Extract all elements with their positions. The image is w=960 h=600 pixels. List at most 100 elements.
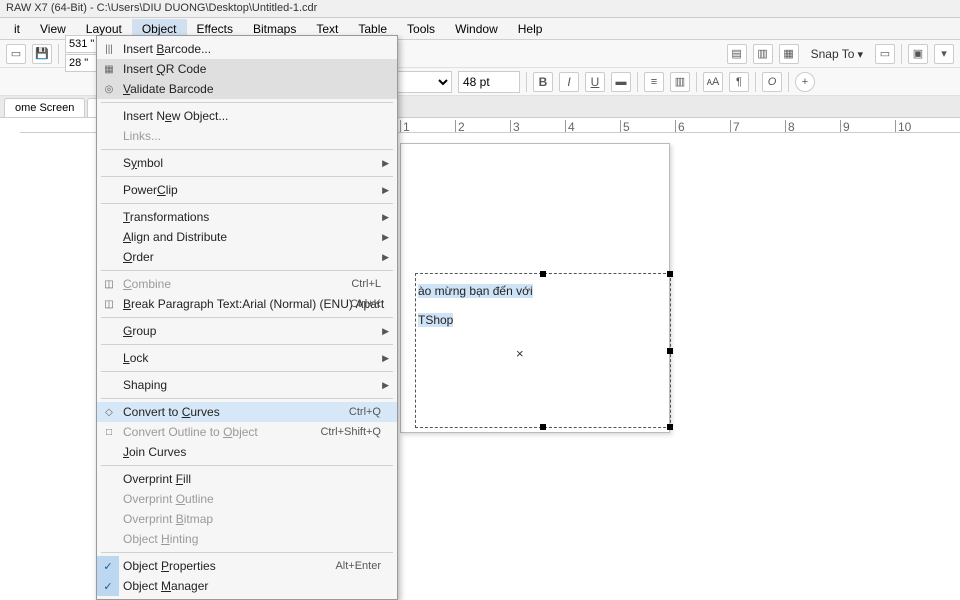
shortcut-label: Ctrl+Shift+Q [320, 426, 381, 438]
menu-icon: ◇ [102, 405, 116, 419]
submenu-arrow-icon: ▶ [382, 158, 389, 169]
menu-item-powerclip[interactable]: PowerClip▶ [97, 180, 397, 200]
menu-label: Symbol [123, 156, 163, 170]
underline-icon[interactable]: U [585, 72, 605, 92]
menu-icon: ▦ [102, 62, 116, 76]
object-menu-dropdown: |||Insert Barcode...▦Insert QR Code ◎ Vali… [96, 35, 398, 600]
handle-br[interactable] [667, 424, 673, 430]
menu-it[interactable]: it [4, 19, 30, 39]
snap-to-dropdown[interactable]: Snap To ▾ [805, 44, 869, 64]
menu-item-shaping[interactable]: Shaping ▶ [97, 375, 397, 395]
italic-icon[interactable]: I [559, 72, 579, 92]
submenu-arrow-icon: ▶ [382, 353, 389, 364]
align-left-icon[interactable]: ▤ [727, 44, 747, 64]
ruler-tick: 7 [730, 120, 740, 132]
ruler-tick: 3 [510, 120, 520, 132]
submenu-arrow-icon: ▶ [382, 252, 389, 263]
menu-item-break-paragraph-text-arial-nor[interactable]: ◫ Break Paragraph Text:Arial (Normal) (EN… [97, 294, 397, 314]
tab-ome-screen[interactable]: ome Screen [4, 98, 85, 117]
tool-icon[interactable]: ▣ [908, 44, 928, 64]
menu-item-align-and-distribute[interactable]: Align and Distribute▶ [97, 227, 397, 247]
menu-help[interactable]: Help [508, 19, 553, 39]
menu-label: Transformations [123, 210, 209, 224]
menu-label: Order [123, 250, 154, 264]
menu-label: Shaping [123, 378, 167, 392]
shortcut-label: Ctrl+L [351, 278, 381, 290]
menu-label: Insert New Object... [123, 109, 228, 123]
bold-icon[interactable]: B [533, 72, 553, 92]
menu-item-order[interactable]: Order ▶ [97, 247, 397, 267]
menu-icon: ◫ [102, 297, 116, 311]
columns-icon[interactable]: ▥ [670, 72, 690, 92]
menu-label: Combine [123, 277, 171, 291]
color-icon[interactable]: ▬ [611, 72, 631, 92]
add-icon[interactable]: + [795, 72, 815, 92]
menu-label: Overprint Bitmap [123, 512, 213, 526]
menu-icon: ||| [102, 42, 116, 56]
bullets-icon[interactable]: ≡ [644, 72, 664, 92]
ruler-tick: 4 [565, 120, 575, 132]
options-icon[interactable]: ▭ [875, 44, 895, 64]
handle-tr[interactable] [667, 271, 673, 277]
ruler-tick: 10 [895, 120, 911, 132]
menu-item-object-manager[interactable]: ✓Object Manager [97, 576, 397, 596]
ruler-tick: 8 [785, 120, 795, 132]
menu-label: Object Properties [123, 559, 216, 573]
menu-item-insert-qr-code[interactable]: ▦Insert QR Code [97, 59, 397, 79]
menu-label: Align and Distribute [123, 230, 227, 244]
ruler-tick: 2 [455, 120, 465, 132]
menu-icon: ◎ [102, 82, 116, 96]
font-size-select[interactable] [458, 71, 520, 93]
menu-label: Overprint Outline [123, 492, 214, 506]
menu-icon: ◫ [102, 277, 116, 291]
align-right-icon[interactable]: ▦ [779, 44, 799, 64]
menu-label: Links... [123, 129, 161, 143]
shortcut-label: Ctrl+K [350, 298, 381, 310]
menu-item-join-curves[interactable]: Join Curves [97, 442, 397, 462]
selection-bounds: × [415, 273, 671, 428]
menu-item-overprint-bitmap: Overprint Bitmap [97, 509, 397, 529]
menu-label: Object Hinting [123, 532, 198, 546]
menu-label: Break Paragraph Text:Arial (Normal) (ENU… [123, 297, 384, 311]
ruler-tick: 1 [400, 120, 410, 132]
menu-item-combine: ◫ Combine Ctrl+L [97, 274, 397, 294]
menu-item-symbol[interactable]: Symbol ▶ [97, 153, 397, 173]
menu-item-group[interactable]: Group▶ [97, 321, 397, 341]
menu-item-overprint-outline: Overprint Outline [97, 489, 397, 509]
menu-item-convert-outline-to-object: □Convert Outline to ObjectCtrl+Shift+Q [97, 422, 397, 442]
menu-label: Validate Barcode [123, 82, 214, 96]
shortcut-label: Alt+Enter [335, 560, 381, 572]
submenu-arrow-icon: ▶ [382, 326, 389, 337]
shortcut-label: Ctrl+Q [349, 406, 381, 418]
textwrap-icon[interactable]: ¶ [729, 72, 749, 92]
submenu-arrow-icon: ▶ [382, 212, 389, 223]
handle-bottom[interactable] [540, 424, 546, 430]
save-icon[interactable]: 💾 [32, 44, 52, 64]
menu-item-object-hinting: Object Hinting [97, 529, 397, 549]
menu-item-object-properties[interactable]: ✓Object PropertiesAlt+Enter [97, 556, 397, 576]
textfx-icon[interactable]: ᴀA [703, 72, 723, 92]
menu-item-lock[interactable]: Lock ▶ [97, 348, 397, 368]
submenu-arrow-icon: ▶ [382, 380, 389, 391]
menu-item-overprint-fill[interactable]: Overprint Fill [97, 469, 397, 489]
handle-top[interactable] [540, 271, 546, 277]
menu-item-transformations[interactable]: Transformations ▶ [97, 207, 397, 227]
char-format-button[interactable]: O [762, 72, 782, 92]
menu-label: Lock [123, 351, 148, 365]
menu-item-validate-barcode[interactable]: ◎ Validate Barcode [97, 79, 397, 99]
menu-label: Object Manager [123, 579, 208, 593]
menu-tools[interactable]: Tools [397, 19, 445, 39]
menu-item-insert-barcode-[interactable]: |||Insert Barcode... [97, 39, 397, 59]
center-marker: × [516, 346, 524, 361]
tool2-icon[interactable]: ▾ [934, 44, 954, 64]
ruler-tick: 5 [620, 120, 630, 132]
align-center-icon[interactable]: ▥ [753, 44, 773, 64]
menu-label: Convert to Curves [123, 405, 220, 419]
new-icon[interactable]: ▭ [6, 44, 26, 64]
menu-window[interactable]: Window [445, 19, 508, 39]
menu-item-links-: Links... [97, 126, 397, 146]
menu-item-convert-to-curves[interactable]: ◇ Convert to Curves Ctrl+Q [97, 402, 397, 422]
handle-r[interactable] [667, 348, 673, 354]
menu-label: Overprint Fill [123, 472, 191, 486]
menu-item-insert-new-object-[interactable]: Insert New Object... [97, 106, 397, 126]
